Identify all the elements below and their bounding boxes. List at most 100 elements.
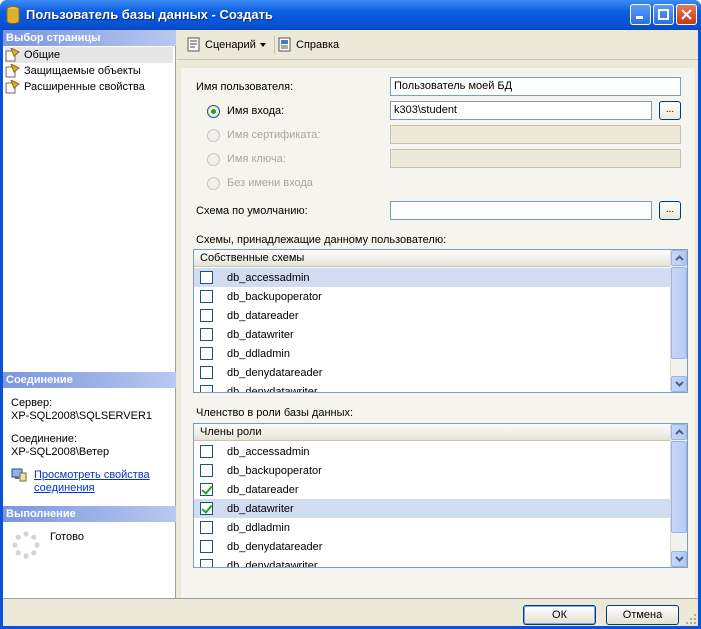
login-label: Имя входа: — [227, 105, 285, 117]
certificate-radio[interactable] — [207, 129, 220, 142]
help-label: Справка — [296, 39, 340, 51]
page-label-extended: Расширенные свойства — [24, 81, 145, 93]
owned-schemas-header: Собственные схемы — [194, 250, 671, 267]
row-checkbox[interactable] — [200, 271, 213, 284]
maximize-button[interactable] — [653, 4, 674, 25]
scroll-down-button[interactable] — [671, 551, 687, 567]
row-checkbox[interactable] — [200, 309, 213, 322]
certificate-input[interactable] — [390, 125, 681, 144]
progress-status: Готово — [50, 531, 84, 543]
owned-schema-row[interactable]: db_ddladmin — [194, 344, 671, 363]
row-checkbox[interactable] — [200, 540, 213, 553]
role-member-row[interactable]: db_datawriter — [194, 499, 671, 518]
default-schema-input[interactable] — [390, 201, 652, 220]
role-members-scrollbar[interactable] — [670, 424, 687, 567]
page-securables[interactable]: Защищаемые объекты — [5, 63, 141, 79]
button-bar: ОК Отмена — [3, 598, 698, 626]
row-name: db_datawriter — [227, 328, 294, 341]
scroll-thumb[interactable] — [671, 441, 687, 533]
connection-label: Соединение: — [11, 433, 78, 445]
owned-schema-row[interactable]: db_denydatareader — [194, 363, 671, 382]
owned-schema-row[interactable]: db_datareader — [194, 306, 671, 325]
dialog-window: Пользователь базы данных - Создать Выбор… — [0, 0, 701, 629]
resize-grip-icon[interactable] — [686, 614, 696, 624]
database-icon — [6, 6, 20, 24]
row-name: db_denydatawriter — [227, 559, 318, 568]
role-member-row[interactable]: db_datareader — [194, 480, 671, 499]
owned-schemas-label: Схемы, принадлежащие данному пользовател… — [196, 234, 447, 246]
row-checkbox[interactable] — [200, 385, 213, 392]
owned-schemas-scrollbar[interactable] — [670, 250, 687, 392]
role-member-row[interactable]: db_ddladmin — [194, 518, 671, 537]
scroll-up-button[interactable] — [671, 250, 687, 266]
role-member-row[interactable]: db_backupoperator — [194, 461, 671, 480]
row-name: db_backupoperator — [227, 290, 322, 303]
owned-schema-row[interactable]: db_datawriter — [194, 325, 671, 344]
login-input[interactable]: k303\student — [390, 101, 652, 120]
no-login-radio[interactable] — [207, 177, 220, 190]
row-checkbox[interactable] — [200, 483, 213, 496]
progress-spinner-icon — [12, 531, 40, 559]
role-member-row[interactable]: db_denydatawriter — [194, 556, 671, 568]
connection-properties-icon — [11, 468, 27, 482]
role-member-row[interactable]: db_accessadmin — [194, 442, 671, 461]
key-input[interactable] — [390, 149, 681, 168]
ok-button[interactable]: ОК — [523, 605, 596, 625]
dropdown-arrow-icon[interactable] — [259, 42, 268, 48]
login-radio[interactable] — [207, 105, 220, 118]
row-checkbox[interactable] — [200, 445, 213, 458]
row-name: db_ddladmin — [227, 347, 290, 360]
select-page-header: Выбор страницы — [3, 30, 176, 46]
login-browse-button[interactable]: ... — [659, 101, 681, 120]
script-icon — [187, 37, 200, 52]
scroll-up-button[interactable] — [671, 424, 687, 440]
maximize-icon — [658, 9, 669, 20]
script-label: Сценарий — [205, 39, 256, 51]
row-checkbox[interactable] — [200, 347, 213, 360]
row-checkbox[interactable] — [200, 502, 213, 515]
page-label-general: Общие — [24, 49, 61, 61]
owned-schema-row[interactable]: db_accessadmin — [194, 268, 671, 287]
row-checkbox[interactable] — [200, 290, 213, 303]
page-general[interactable]: Общие — [5, 47, 173, 63]
help-button[interactable]: Справка — [277, 37, 339, 53]
row-checkbox[interactable] — [200, 559, 213, 567]
page-icon — [5, 64, 20, 78]
minimize-icon — [636, 16, 643, 19]
view-connection-properties-link[interactable]: Просмотреть свойства — [34, 469, 150, 482]
scroll-down-button[interactable] — [671, 376, 687, 392]
page-extended-properties[interactable]: Расширенные свойства — [5, 79, 145, 95]
left-pane: Выбор страницы Общие Защищаемые объекты … — [3, 30, 176, 598]
title-bar[interactable]: Пользователь базы данных - Создать — [0, 0, 701, 30]
role-members-grid: Члены роли db_accessadmin db_backupoperat… — [193, 423, 688, 568]
row-checkbox[interactable] — [200, 464, 213, 477]
default-schema-label: Схема по умолчанию: — [196, 205, 308, 217]
row-checkbox[interactable] — [200, 521, 213, 534]
view-connection-properties-link-2[interactable]: соединения — [34, 482, 95, 495]
certificate-label: Имя сертификата: — [227, 129, 321, 141]
chevron-down-icon — [674, 556, 684, 562]
row-checkbox[interactable] — [200, 366, 213, 379]
row-name: db_datareader — [227, 483, 299, 496]
cancel-button[interactable]: Отмена — [606, 605, 679, 625]
key-radio[interactable] — [207, 153, 220, 166]
default-schema-browse-button[interactable]: ... — [659, 201, 681, 220]
page-label-securables: Защищаемые объекты — [24, 65, 141, 77]
owned-schema-row[interactable]: db_denydatawriter — [194, 382, 671, 393]
close-button[interactable] — [676, 4, 697, 25]
role-member-row[interactable]: db_denydatareader — [194, 537, 671, 556]
row-name: db_denydatawriter — [227, 385, 318, 393]
close-icon — [681, 9, 692, 20]
username-label: Имя пользователя: — [196, 81, 294, 93]
row-name: db_denydatareader — [227, 540, 323, 553]
script-button[interactable]: Сценарий — [186, 37, 268, 53]
row-checkbox[interactable] — [200, 328, 213, 341]
owned-schemas-grid: Собственные схемы db_accessadmin db_backu… — [193, 249, 688, 393]
row-name: db_datawriter — [227, 502, 294, 515]
owned-schema-row[interactable]: db_backupoperator — [194, 287, 671, 306]
general-page: Имя пользователя: Пользователь моей БД И… — [181, 68, 695, 598]
scroll-thumb[interactable] — [671, 267, 687, 359]
username-input[interactable]: Пользователь моей БД — [390, 77, 681, 96]
minimize-button[interactable] — [630, 4, 651, 25]
row-name: db_accessadmin — [227, 445, 310, 458]
